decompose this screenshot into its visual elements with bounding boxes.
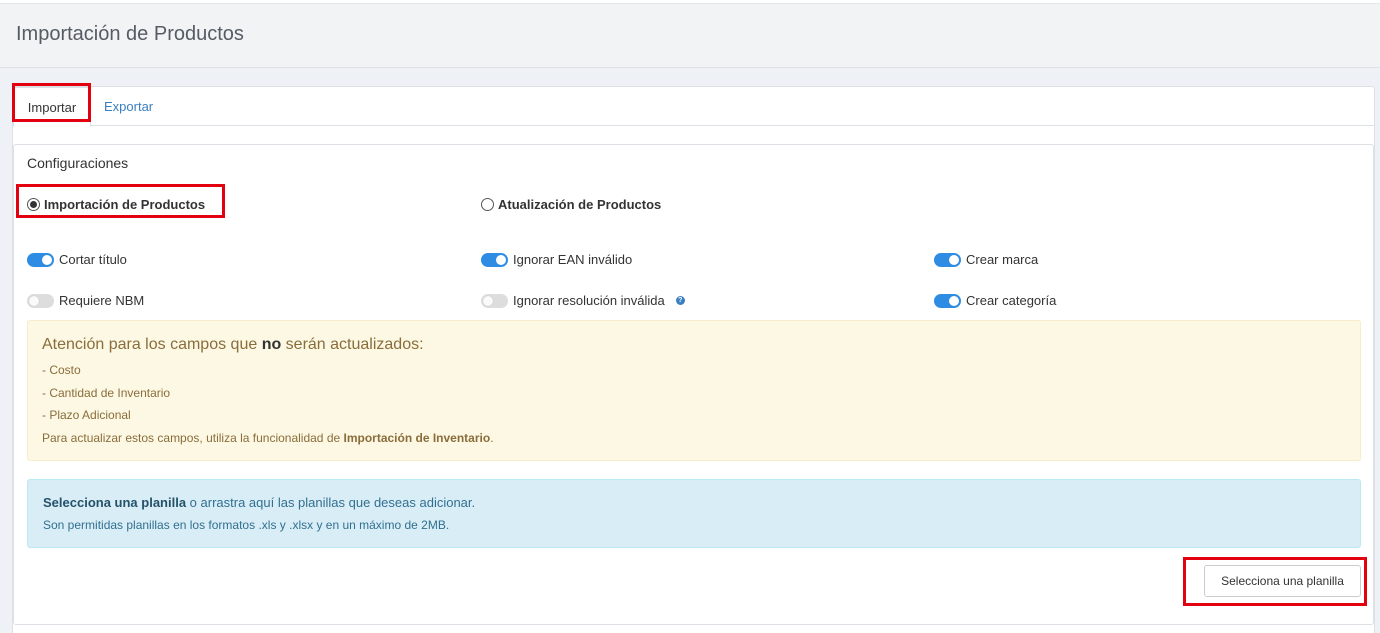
toggle-switch[interactable] <box>27 293 54 308</box>
toggle-switch[interactable] <box>934 252 961 267</box>
toggle-label: Crear marca <box>966 252 1039 267</box>
toggle-crear-marca[interactable]: Crear marca <box>934 252 1038 267</box>
warning-item: - Plazo Adicional <box>42 408 131 422</box>
toggle-label: Ignorar resolución inválida <box>513 293 665 308</box>
radio-atualizacion-label: Atualización de Productos <box>498 197 662 212</box>
warning-item: - Costo <box>42 363 81 377</box>
upload-dropzone[interactable]: Selecciona una planilla o arrastra aquí … <box>27 479 1361 548</box>
toggle-label: Crear categoría <box>966 293 1057 308</box>
question-circle-icon[interactable]: ? <box>675 296 685 305</box>
page-header: Importación de Productos <box>0 3 1380 68</box>
toggle-switch[interactable] <box>934 293 961 308</box>
toggle-crear-categoria[interactable]: Crear categoría <box>934 293 1056 308</box>
config-title: Configuraciones <box>27 155 129 171</box>
radio-importacion[interactable]: Importación de Productos <box>27 197 205 212</box>
toggle-label: Ignorar EAN inválido <box>513 252 633 267</box>
warning-item: - Cantidad de Inventario <box>42 386 171 400</box>
page-title: Importación de Productos <box>16 23 244 45</box>
toggle-switch[interactable] <box>481 252 508 267</box>
select-spreadsheet-button[interactable]: Selecciona una planilla <box>1204 565 1361 597</box>
toggle-switch[interactable] <box>27 252 54 267</box>
config-panel: Configuraciones Importación de Productos… <box>13 144 1374 625</box>
toggle-switch[interactable] <box>481 293 508 308</box>
radio-atualizacion[interactable]: Atualización de Productos <box>481 197 661 212</box>
upload-instructions: Selecciona una planilla o arrastra aquí … <box>43 495 476 510</box>
tab-bar: Importar Exportar <box>13 87 1374 127</box>
upload-format-note: Son permitidas planillas en los formatos… <box>43 518 450 532</box>
toggle-label: Requiere NBM <box>59 293 145 308</box>
main-card: Importar Exportar Configuraciones Import… <box>12 86 1375 633</box>
warning-box: Atención para los campos que no serán ac… <box>27 320 1361 461</box>
toggle-ignorar-ean[interactable]: Ignorar EAN inválido <box>481 252 632 267</box>
warning-title: Atención para los campos que no serán ac… <box>42 336 424 353</box>
warning-footer: Para actualizar estos campos, utiliza la… <box>42 431 494 445</box>
toggle-ignorar-resolucion[interactable]: Ignorar resolución inválida ? <box>481 293 685 308</box>
tab-importar[interactable]: Importar <box>13 87 91 127</box>
tab-exportar[interactable]: Exportar <box>104 87 164 126</box>
toggle-cortar-titulo[interactable]: Cortar título <box>27 252 127 267</box>
radio-checked-icon[interactable] <box>27 198 40 211</box>
toggle-requiere-nbm[interactable]: Requiere NBM <box>27 293 144 308</box>
radio-importacion-label: Importación de Productos <box>44 197 206 212</box>
radio-unchecked-icon[interactable] <box>481 198 494 211</box>
toggle-label: Cortar título <box>59 252 127 267</box>
